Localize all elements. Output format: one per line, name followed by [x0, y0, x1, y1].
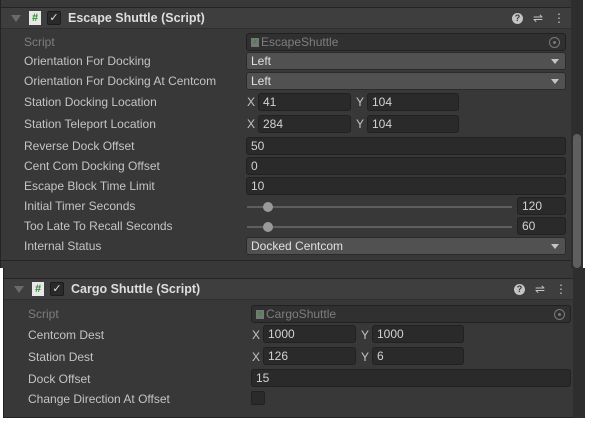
chevron-down-icon	[551, 59, 559, 64]
x-label: X	[247, 95, 256, 109]
docking-y-input[interactable]: 104	[367, 93, 459, 111]
orientation-label: Orientation For Docking	[24, 54, 151, 68]
station-y-input[interactable]: 6	[372, 347, 464, 365]
status-dropdown[interactable]: Docked Centcom	[246, 237, 566, 255]
divider	[4, 268, 573, 279]
recall-slider[interactable]	[247, 222, 512, 232]
timer-label: Initial Timer Seconds	[24, 199, 136, 213]
divider	[1, 260, 571, 261]
cargo-shuttle-component: # ✓ Cargo Shuttle (Script) ? ⇌ ⋮ Script # C…	[3, 268, 585, 418]
change-direction-label: Change Direction At Offset	[28, 392, 170, 406]
script-icon: #	[32, 282, 44, 296]
slider-handle[interactable]	[263, 202, 273, 212]
teleport-y-input[interactable]: 104	[367, 115, 459, 133]
y-label: Y	[356, 117, 365, 131]
escape-block-input[interactable]: 10	[246, 177, 566, 195]
recall-label: Too Late To Recall Seconds	[24, 219, 173, 233]
status-label: Internal Status	[24, 239, 102, 253]
dock-offset-input[interactable]: 15	[251, 369, 571, 387]
slider-handle[interactable]	[263, 222, 273, 232]
x-label: X	[252, 350, 261, 364]
dropdown-value: Left	[251, 54, 272, 68]
y-label: Y	[361, 328, 370, 342]
scrollbar[interactable]	[573, 268, 585, 418]
script-field[interactable]: # CargoShuttle	[251, 305, 571, 323]
script-icon: #	[251, 38, 259, 48]
script-icon: #	[256, 310, 264, 320]
script-value: EscapeShuttle	[261, 35, 339, 49]
recall-input[interactable]: 60	[517, 217, 566, 235]
script-field[interactable]: # EscapeShuttle	[246, 33, 566, 51]
dock-offset-label: Dock Offset	[28, 372, 91, 386]
escape-shuttle-component: # ✓ Escape Shuttle (Script) ? ⇌ ⋮ Script #…	[0, 0, 583, 268]
enabled-checkbox[interactable]: ✓	[50, 282, 64, 296]
component-title: Escape Shuttle (Script)	[68, 11, 205, 25]
chevron-down-icon	[551, 244, 559, 249]
docking-location-label: Station Docking Location	[24, 95, 157, 109]
centcom-offset-label: Cent Com Docking Offset	[24, 159, 160, 173]
centcom-x-input[interactable]: 1000	[263, 325, 356, 343]
menu-icon[interactable]: ⋮	[553, 11, 565, 25]
reverse-offset-input[interactable]: 50	[246, 137, 566, 155]
object-picker-icon[interactable]	[554, 309, 565, 320]
dropdown-value: Left	[251, 74, 272, 88]
x-label: X	[252, 328, 261, 342]
teleport-location-label: Station Teleport Location	[24, 117, 156, 131]
escape-block-label: Escape Block Time Limit	[24, 179, 155, 193]
enabled-checkbox[interactable]: ✓	[47, 11, 61, 25]
timer-slider[interactable]	[247, 202, 512, 212]
centcom-dest-label: Centcom Dest	[28, 328, 105, 342]
script-label: Script	[28, 307, 59, 321]
orientation-centcom-dropdown[interactable]: Left	[246, 72, 566, 90]
orientation-centcom-label: Orientation For Docking At Centcom	[24, 74, 217, 88]
component-title: Cargo Shuttle (Script)	[71, 282, 201, 296]
reverse-offset-label: Reverse Dock Offset	[24, 139, 135, 153]
script-value: CargoShuttle	[266, 307, 337, 321]
help-icon[interactable]: ?	[513, 283, 525, 295]
teleport-x-input[interactable]: 284	[258, 115, 351, 133]
component-header[interactable]: # ✓ Cargo Shuttle (Script) ? ⇌ ⋮	[4, 279, 573, 300]
divider	[4, 417, 573, 418]
change-direction-checkbox[interactable]	[251, 391, 265, 405]
scrollbar-thumb[interactable]	[573, 134, 581, 268]
script-label: Script	[24, 35, 55, 49]
y-label: Y	[356, 95, 365, 109]
station-x-input[interactable]: 126	[263, 347, 356, 365]
component-header[interactable]: # ✓ Escape Shuttle (Script) ? ⇌ ⋮	[1, 8, 571, 29]
foldout-arrow-icon[interactable]	[11, 14, 21, 22]
help-icon[interactable]: ?	[511, 12, 523, 24]
station-dest-label: Station Dest	[28, 350, 94, 364]
centcom-y-input[interactable]: 1000	[372, 325, 464, 343]
presets-icon[interactable]: ⇌	[533, 11, 543, 25]
docking-x-input[interactable]: 41	[258, 93, 351, 111]
chevron-down-icon	[551, 79, 559, 84]
menu-icon[interactable]: ⋮	[555, 282, 567, 296]
scrollbar[interactable]	[571, 0, 583, 268]
object-picker-icon[interactable]	[549, 37, 560, 48]
x-label: X	[247, 117, 256, 131]
dropdown-value: Docked Centcom	[251, 239, 344, 253]
orientation-dropdown[interactable]: Left	[246, 52, 566, 70]
foldout-arrow-icon[interactable]	[14, 285, 24, 293]
presets-icon[interactable]: ⇌	[535, 282, 545, 296]
divider	[1, 0, 571, 8]
script-icon: #	[29, 11, 41, 25]
timer-input[interactable]: 120	[517, 197, 566, 215]
y-label: Y	[361, 350, 370, 364]
centcom-offset-input[interactable]: 0	[246, 157, 566, 175]
